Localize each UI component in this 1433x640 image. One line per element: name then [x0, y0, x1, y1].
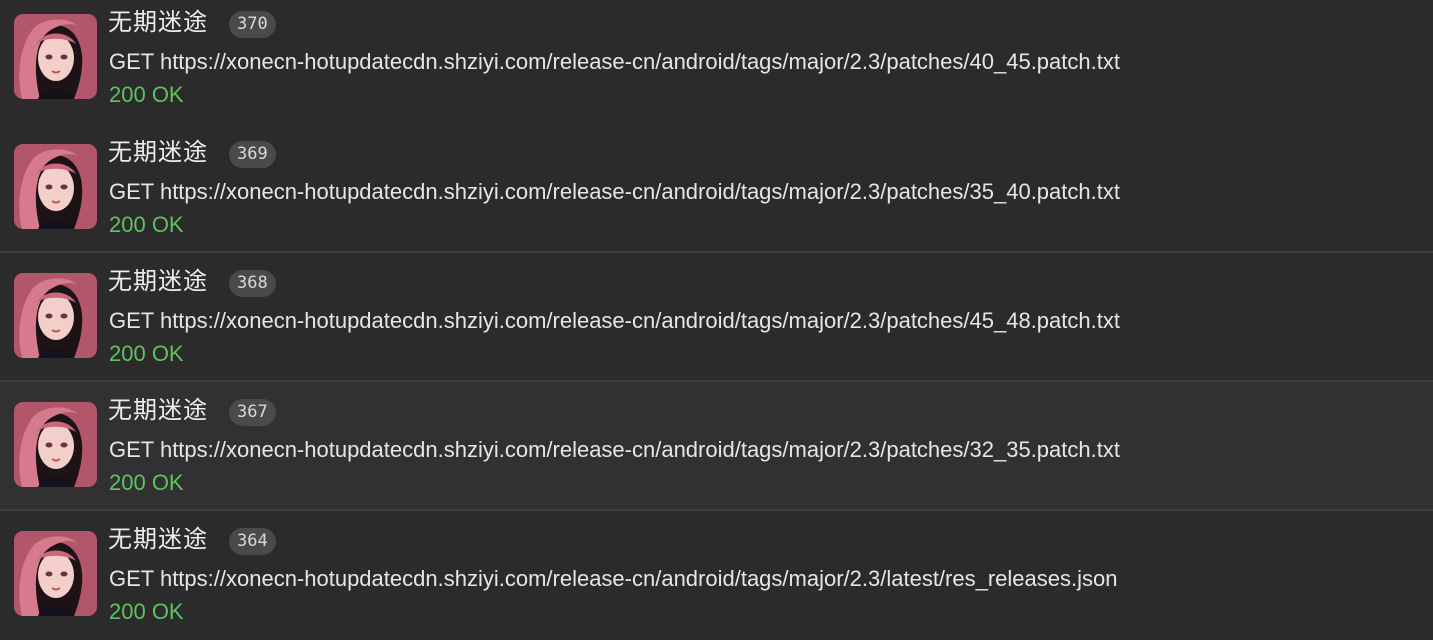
status-text: 200 OK	[109, 599, 184, 624]
http-method: GET	[109, 179, 154, 204]
request-url: https://xonecn-hotupdatecdn.shziyi.com/r…	[159, 308, 1120, 333]
request-row[interactable]: 无期迷途 369 GET https://xonecn-hotupdatecdn…	[0, 124, 1433, 253]
app-name: 无期迷途	[108, 267, 208, 295]
request-id-badge: 369	[229, 141, 276, 168]
app-name: 无期迷途	[108, 138, 208, 166]
request-url: https://xonecn-hotupdatecdn.shziyi.com/r…	[159, 49, 1120, 74]
app-icon	[14, 273, 97, 358]
status-text: 200 OK	[109, 82, 184, 107]
app-icon	[14, 402, 97, 487]
request-id-badge: 367	[229, 399, 276, 426]
request-row[interactable]: 无期迷途 368 GET https://xonecn-hotupdatecdn…	[0, 253, 1433, 382]
request-url: https://xonecn-hotupdatecdn.shziyi.com/r…	[159, 437, 1120, 462]
app-name: 无期迷途	[108, 525, 208, 553]
app-icon	[14, 144, 97, 229]
status-text: 200 OK	[109, 470, 184, 495]
app-icon	[14, 14, 97, 99]
status-text: 200 OK	[109, 341, 184, 366]
request-id-badge: 364	[229, 528, 276, 555]
app-name: 无期迷途	[108, 396, 208, 424]
http-method: GET	[109, 308, 154, 333]
status-text: 200 OK	[109, 212, 184, 237]
request-id-badge: 370	[229, 11, 276, 38]
request-row[interactable]: 无期迷途 364 GET https://xonecn-hotupdatecdn…	[0, 511, 1433, 640]
request-id-badge: 368	[229, 270, 276, 297]
request-line: GET https://xonecn-hotupdatecdn.shziyi.c…	[109, 565, 1117, 593]
request-line: GET https://xonecn-hotupdatecdn.shziyi.c…	[109, 307, 1120, 335]
http-method: GET	[109, 437, 154, 462]
request-url: https://xonecn-hotupdatecdn.shziyi.com/r…	[159, 179, 1120, 204]
request-list: 无期迷途 370 GET https://xonecn-hotupdatecdn…	[0, 0, 1433, 640]
request-line: GET https://xonecn-hotupdatecdn.shziyi.c…	[109, 178, 1120, 206]
http-method: GET	[109, 49, 154, 74]
http-method: GET	[109, 566, 154, 591]
app-icon	[14, 531, 97, 616]
request-line: GET https://xonecn-hotupdatecdn.shziyi.c…	[109, 48, 1120, 76]
request-url: https://xonecn-hotupdatecdn.shziyi.com/r…	[159, 566, 1118, 591]
app-name: 无期迷途	[108, 8, 208, 36]
request-row[interactable]: 无期迷途 367 GET https://xonecn-hotupdatecdn…	[0, 382, 1433, 511]
request-row[interactable]: 无期迷途 370 GET https://xonecn-hotupdatecdn…	[0, 0, 1433, 129]
request-line: GET https://xonecn-hotupdatecdn.shziyi.c…	[109, 436, 1120, 464]
